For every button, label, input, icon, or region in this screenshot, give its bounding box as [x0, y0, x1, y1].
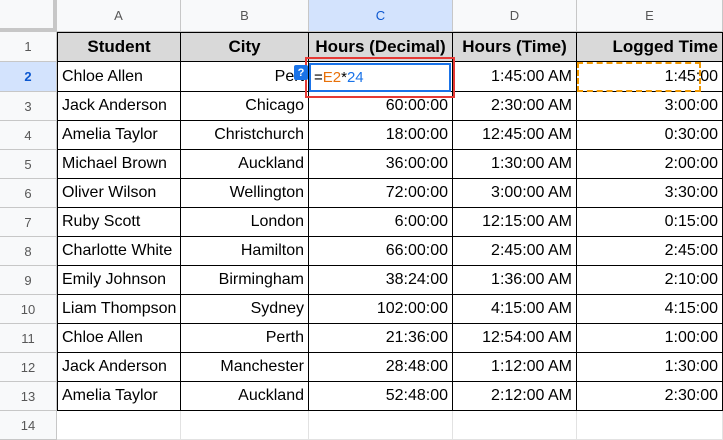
column-header-a[interactable]: A [57, 0, 181, 32]
table-cell[interactable]: 1:36:00 AM [453, 266, 577, 295]
table-cell[interactable]: 52:48:00 [309, 382, 453, 411]
table-cell[interactable]: 6:00:00 [309, 208, 453, 237]
table-cell[interactable]: 3:00:00 AM [453, 179, 577, 208]
column-header-c[interactable]: C [309, 0, 453, 32]
table-cell[interactable]: 66:00:00 [309, 237, 453, 266]
header-cell[interactable]: City [181, 32, 309, 62]
table-cell[interactable]: 38:24:00 [309, 266, 453, 295]
column-header-b[interactable]: B [181, 0, 309, 32]
table-cell[interactable]: 18:00:00 [309, 121, 453, 150]
table-cell[interactable]: Chloe Allen [57, 324, 181, 353]
table-cell[interactable]: 1:45:00 [577, 62, 723, 92]
row-header-4[interactable]: 4 [0, 121, 57, 150]
table-cell[interactable]: 2:30:00 AM [453, 92, 577, 121]
empty-cell[interactable] [453, 411, 577, 440]
table-cell[interactable]: Manchester [181, 353, 309, 382]
table-cell[interactable]: Pert [181, 62, 309, 92]
table-cell[interactable]: 28:48:00 [309, 353, 453, 382]
row-header-8[interactable]: 8 [0, 237, 57, 266]
table-cell[interactable]: Wellington [181, 179, 309, 208]
row-header-10[interactable]: 10 [0, 295, 57, 324]
table-cell[interactable]: 1:45:00 AM [453, 62, 577, 92]
row-header-2[interactable]: 2 [0, 62, 57, 92]
table-cell[interactable]: 0:15:00 [577, 208, 723, 237]
table-cell[interactable]: Amelia Taylor [57, 382, 181, 411]
table-cell[interactable]: Chloe Allen [57, 62, 181, 92]
formula-help-icon[interactable]: ? [294, 65, 308, 80]
row-header-1[interactable]: 1 [0, 32, 57, 62]
row-header-3[interactable]: 3 [0, 92, 57, 121]
spreadsheet-grid: A B C D E 1 2 3 4 5 6 7 8 9 10 11 12 13 14 Student City Hours… [0, 0, 723, 440]
row-header-9[interactable]: 9 [0, 266, 57, 295]
table-cell[interactable]: 2:12:00 AM [453, 382, 577, 411]
table-cell[interactable]: 4:15:00 AM [453, 295, 577, 324]
empty-cell[interactable] [577, 411, 723, 440]
row-header-14[interactable]: 14 [0, 411, 57, 440]
table-cell[interactable]: 36:00:00 [309, 150, 453, 179]
table-cell[interactable]: Charlotte White [57, 237, 181, 266]
table-cell[interactable]: 1:30:00 [577, 353, 723, 382]
table-cell[interactable]: 2:10:00 [577, 266, 723, 295]
table-cell[interactable]: 12:54:00 AM [453, 324, 577, 353]
table-cell[interactable]: Ruby Scott [57, 208, 181, 237]
header-cell[interactable]: Hours (Time) [453, 32, 577, 62]
row-header-6[interactable]: 6 [0, 179, 57, 208]
table-cell[interactable]: 12:45:00 AM [453, 121, 577, 150]
table-cell[interactable]: 102:00:00 [309, 295, 453, 324]
empty-cell[interactable] [181, 411, 309, 440]
table-cell[interactable]: Hamilton [181, 237, 309, 266]
table-cell[interactable]: 0:30:00 [577, 121, 723, 150]
table-cell[interactable]: 3:30:00 [577, 179, 723, 208]
table-cell[interactable]: Perth [181, 324, 309, 353]
table-cell[interactable]: Jack Anderson [57, 92, 181, 121]
table-cell[interactable]: Michael Brown [57, 150, 181, 179]
table-cell[interactable]: 21:36:00 [309, 324, 453, 353]
table-cell[interactable]: Auckland [181, 382, 309, 411]
table-cell[interactable]: Jack Anderson [57, 353, 181, 382]
table-cell[interactable]: 3:00:00 [577, 92, 723, 121]
table-cell[interactable]: 2:45:00 AM [453, 237, 577, 266]
row-header-12[interactable]: 12 [0, 353, 57, 382]
table-cell[interactable]: 72:00:00 [309, 179, 453, 208]
column-header-e[interactable]: E [577, 0, 723, 32]
empty-cell[interactable] [309, 411, 453, 440]
table-cell[interactable]: 2:00:00 [577, 150, 723, 179]
table-cell[interactable]: Christchurch [181, 121, 309, 150]
empty-cell[interactable] [57, 411, 181, 440]
table-cell[interactable]: Chicago [181, 92, 309, 121]
select-all-corner[interactable] [0, 0, 57, 32]
row-header-7[interactable]: 7 [0, 208, 57, 237]
table-cell[interactable]: 2:30:00 [577, 382, 723, 411]
table-cell[interactable]: 12:15:00 AM [453, 208, 577, 237]
table-cell[interactable]: 1:00:00 [577, 324, 723, 353]
table-cell[interactable]: 1:12:00 AM [453, 353, 577, 382]
table-cell[interactable]: 4:15:00 [577, 295, 723, 324]
table-cell[interactable]: London [181, 208, 309, 237]
table-cell[interactable]: 2:45:00 [577, 237, 723, 266]
table-cell[interactable]: Sydney [181, 295, 309, 324]
header-cell[interactable]: Student [57, 32, 181, 62]
header-cell[interactable]: Logged Time [577, 32, 723, 62]
table-cell[interactable]: Emily Johnson [57, 266, 181, 295]
row-header-11[interactable]: 11 [0, 324, 57, 353]
highlight-box [305, 57, 455, 98]
table-cell[interactable]: Amelia Taylor [57, 121, 181, 150]
row-header-13[interactable]: 13 [0, 382, 57, 411]
row-header-5[interactable]: 5 [0, 150, 57, 179]
table-cell[interactable]: Auckland [181, 150, 309, 179]
table-cell[interactable]: Liam Thompson [57, 295, 181, 324]
column-header-d[interactable]: D [453, 0, 577, 32]
table-cell[interactable]: Birmingham [181, 266, 309, 295]
table-cell[interactable]: Oliver Wilson [57, 179, 181, 208]
table-cell[interactable]: 1:30:00 AM [453, 150, 577, 179]
